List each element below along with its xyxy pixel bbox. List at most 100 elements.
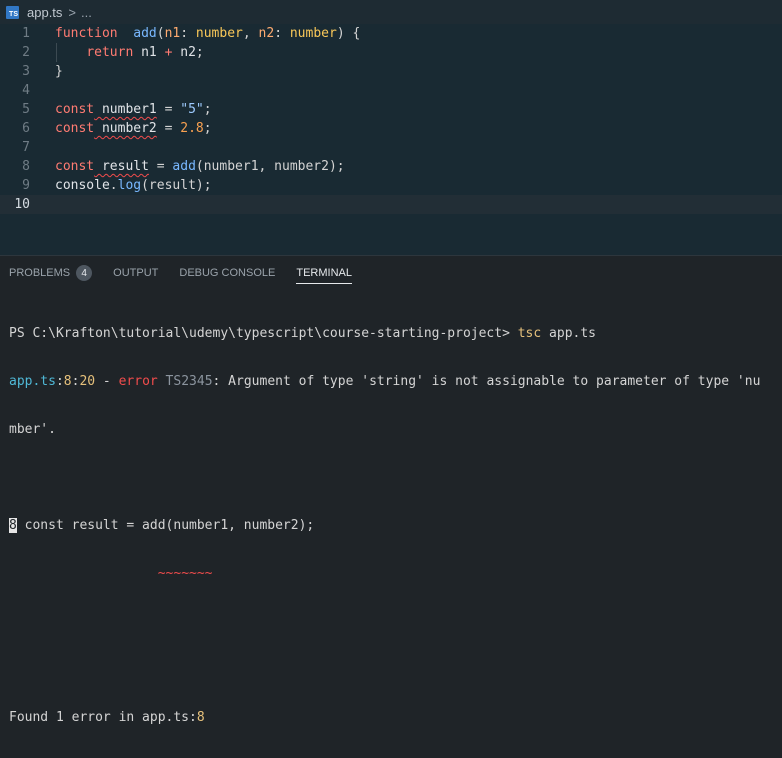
code-text: const number2 = 2.8; — [55, 119, 212, 138]
error-col: 20 — [79, 374, 96, 389]
error-code: TS2345 — [157, 374, 213, 389]
code-token: = — [156, 102, 181, 117]
editor[interactable]: TS app.ts > ... 1 function add(n1: number… — [0, 0, 782, 255]
error-file: app.ts — [9, 374, 56, 389]
code-token: ; — [203, 102, 212, 117]
found-text: Found 1 error in app.ts — [9, 710, 190, 725]
code-token: ( — [156, 26, 165, 41]
problems-count-badge: 4 — [76, 265, 93, 281]
code-token: n2 — [258, 26, 275, 41]
terminal-output[interactable]: PS C:\Krafton\tutorial\udemy\typescript\… — [9, 294, 779, 758]
code-token: ; — [195, 45, 204, 60]
code-line[interactable]: 3} — [0, 62, 782, 81]
code-token: function — [55, 26, 118, 41]
bottom-panel: PROBLEMS 4 OUTPUT DEBUG CONSOLE TERMINAL… — [0, 255, 782, 725]
error-word: error — [118, 374, 158, 389]
code-token: : — [274, 26, 290, 41]
snippet-line-number: 8 — [9, 518, 17, 533]
code-token: return — [86, 45, 134, 60]
terminal-found-line: Found 1 error in app.ts:8 — [9, 710, 779, 726]
code-token: , — [242, 26, 259, 41]
code-text: return n1 + n2; — [55, 43, 204, 62]
tab-debug-console[interactable]: DEBUG CONSOLE — [179, 256, 275, 290]
code-token: "5" — [180, 102, 204, 117]
code-token: const — [55, 159, 95, 174]
tab-output-label: OUTPUT — [113, 267, 159, 279]
code-line[interactable]: 8 const result = add(number1, number2); — [0, 157, 782, 176]
code-line[interactable]: 4 — [0, 81, 782, 100]
tab-terminal-label: TERMINAL — [296, 267, 352, 279]
code-token: number — [289, 26, 337, 41]
breadcrumb-chevron-icon: > — [68, 4, 77, 20]
breadcrumb-more[interactable]: ... — [81, 5, 92, 20]
line-number: 3 — [22, 64, 30, 79]
code-token: n1 — [164, 26, 181, 41]
code-token: n2 — [172, 45, 196, 60]
code-line[interactable]: 1 function add(n1: number, n2: number) { — [0, 24, 782, 43]
snippet-error-marker: ~~~~~~~ — [157, 566, 213, 581]
terminal-snippet-marker-line: ~~~~~~~ — [9, 566, 779, 582]
terminal-prompt: PS C:\Krafton\tutorial\udemy\typescript\… — [9, 326, 510, 341]
error-pos-sep: : — [55, 374, 64, 389]
code-lines[interactable]: 1 function add(n1: number, n2: number) {2… — [0, 24, 782, 214]
tab-terminal[interactable]: TERMINAL — [296, 256, 352, 290]
breadcrumb-file[interactable]: app.ts — [27, 5, 62, 20]
tab-debug-console-label: DEBUG CONSOLE — [179, 267, 276, 279]
code-token: log — [117, 178, 142, 193]
breadcrumb: TS app.ts > ... — [0, 0, 782, 24]
terminal-error-wrap: mber'. — [9, 422, 56, 437]
code-text: console.log(result); — [55, 176, 212, 195]
terminal-blank — [9, 470, 779, 486]
line-number: 5 — [22, 102, 30, 117]
terminal-blank — [9, 662, 779, 678]
code-token: add — [133, 26, 157, 41]
code-token: = — [148, 159, 173, 174]
error-squiggle-token: number2 — [94, 121, 157, 136]
code-token: 2.8 — [180, 121, 204, 136]
error-line: 8 — [63, 374, 72, 389]
code-token: add — [172, 159, 196, 174]
code-token: . — [109, 178, 118, 193]
code-token: const — [55, 121, 95, 136]
line-number: 2 — [22, 45, 30, 60]
code-token: : — [180, 26, 196, 41]
code-token: ) { — [336, 26, 361, 41]
tab-output[interactable]: OUTPUT — [113, 256, 158, 290]
code-token: number — [195, 26, 243, 41]
snippet-code: const result = add(number1, number2); — [16, 518, 315, 533]
line-number: 6 — [22, 121, 30, 136]
line-number: 4 — [22, 83, 30, 98]
code-token: console — [55, 178, 110, 193]
error-dash: - — [95, 374, 119, 389]
code-token: } — [55, 64, 63, 79]
typescript-file-icon: TS — [6, 5, 19, 19]
tab-problems[interactable]: PROBLEMS 4 — [9, 256, 93, 290]
terminal-error-line: app.ts:8:20 - error TS2345: Argument of … — [9, 374, 779, 390]
code-line[interactable]: 9 console.log(result); — [0, 176, 782, 195]
line-number: 10 — [14, 197, 30, 212]
terminal-command-arg: app.ts — [549, 326, 597, 341]
error-squiggle-token: number1 — [94, 102, 157, 117]
code-line[interactable]: 5 const number1 = "5"; — [0, 100, 782, 119]
terminal-command: tsc — [517, 326, 542, 341]
code-text: function add(n1: number, n2: number) { — [55, 24, 360, 43]
code-line[interactable]: 2 return n1 + n2; — [0, 43, 782, 62]
line-number: 9 — [22, 178, 30, 193]
code-token: ; — [203, 121, 212, 136]
found-line: 8 — [196, 710, 205, 725]
terminal-prompt-line: PS C:\Krafton\tutorial\udemy\typescript\… — [9, 326, 779, 342]
code-line[interactable]: 7 — [0, 138, 782, 157]
code-line[interactable]: 6 const number2 = 2.8; — [0, 119, 782, 138]
error-message: : Argument of type 'string' is not assig… — [212, 374, 761, 389]
code-text: } — [55, 62, 63, 81]
tab-problems-label: PROBLEMS — [9, 267, 71, 279]
terminal-blank — [9, 614, 779, 630]
code-line[interactable]: 10 — [0, 195, 782, 214]
line-number: 1 — [22, 26, 30, 41]
found-sep: : — [189, 710, 197, 725]
code-token: (result); — [141, 178, 212, 193]
code-token: const — [55, 102, 95, 117]
code-token: = — [156, 121, 181, 136]
